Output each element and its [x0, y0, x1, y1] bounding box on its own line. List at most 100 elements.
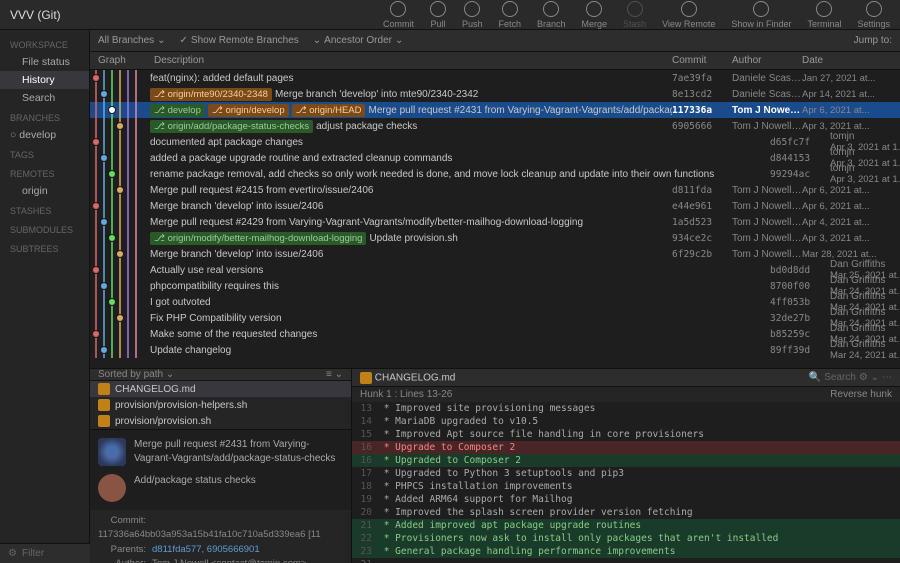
commit-hash: 934ce2c	[672, 233, 732, 244]
more-icon[interactable]: ⋯	[882, 372, 892, 383]
diff-search[interactable]: 🔍Search ⚙ ⌄ ⋯	[809, 372, 892, 383]
ref-tag[interactable]: ⎇ origin/modify/better-mailhog-download-…	[150, 232, 366, 245]
sidebar-item[interactable]: File status	[0, 53, 89, 71]
stash-button[interactable]: Stash	[623, 1, 646, 29]
graph-cell	[90, 262, 150, 278]
commit-row[interactable]: Update changelog 89ff39d Dan Griffiths M…	[90, 342, 900, 358]
col-date[interactable]: Date	[802, 55, 900, 66]
diff-line[interactable]: 13 * Improved site provisioning messages	[352, 402, 900, 415]
terminal-button[interactable]: Terminal	[807, 1, 841, 29]
commit-row[interactable]: ⎇ develop⎇ origin/develop⎇ origin/HEADMe…	[90, 102, 900, 118]
commit-row[interactable]: ⎇ origin/modify/better-mailhog-download-…	[90, 230, 900, 246]
push-button[interactable]: Push	[462, 1, 483, 29]
commit-row[interactable]: ⎇ origin/add/package-status-checksadjust…	[90, 118, 900, 134]
commit-author: Tom J Nowell <...	[732, 105, 802, 116]
commit-row[interactable]: rename package removal, add checks so on…	[90, 166, 900, 182]
commit-hash: 8700f00	[770, 281, 830, 292]
commit-row[interactable]: I got outvoted 4ff053b Dan Griffiths Mar…	[90, 294, 900, 310]
sidebar-section[interactable]: REMOTES	[0, 163, 89, 182]
sidebar-section[interactable]: TAGS	[0, 144, 89, 163]
commit-row[interactable]: Merge pull request #2429 from Varying-Va…	[90, 214, 900, 230]
col-description[interactable]: Description	[150, 55, 672, 66]
diff-body: 13 * Improved site provisioning messages…	[352, 402, 900, 563]
settings-icon[interactable]: ⚙ ⌄	[859, 372, 879, 383]
diff-line[interactable]: 22 * Provisioners now ask to install onl…	[352, 532, 900, 545]
chevron-down-icon: ⌄	[157, 35, 165, 46]
commit-description: feat(nginx): added default pages	[150, 73, 672, 84]
file-status-icon	[98, 383, 110, 395]
file-row[interactable]: provision/provision.sh	[90, 413, 351, 429]
settings-button[interactable]: Settings	[857, 1, 890, 29]
sidebar-section[interactable]: SUBMODULES	[0, 219, 89, 238]
commit-row[interactable]: phpcompatibility requires this 8700f00 D…	[90, 278, 900, 294]
finder-button[interactable]: Show in Finder	[731, 1, 791, 29]
commit-description: Merge pull request #2429 from Varying-Va…	[150, 217, 672, 228]
commit-row[interactable]: added a package upgrade routine and extr…	[90, 150, 900, 166]
options-icon[interactable]: ≡ ⌄	[326, 369, 343, 380]
col-author[interactable]: Author	[732, 55, 802, 66]
reverse-hunk[interactable]: Reverse hunk	[830, 389, 892, 400]
diff-line[interactable]: 19 * Added ARM64 support for Mailhog	[352, 493, 900, 506]
commit-author: Dan Griffiths Mar 24, 2021 at...	[830, 339, 900, 361]
commit-hash: 1a5d523	[672, 217, 732, 228]
diff-line[interactable]: 17 * Upgraded to Python 3 setuptools and…	[352, 467, 900, 480]
sidebar-item[interactable]: History	[0, 71, 89, 89]
diff-line[interactable]: 16 * Upgrade to Composer 2	[352, 441, 900, 454]
sidebar-section[interactable]: STASHES	[0, 200, 89, 219]
pull-button[interactable]: Pull	[430, 1, 446, 29]
column-headers: Graph Description Commit Author Date	[90, 52, 900, 70]
sort-bar[interactable]: Sorted by path ⌄ ≡ ⌄	[90, 369, 351, 381]
sidebar-item[interactable]: Search	[0, 89, 89, 107]
sidebar-section[interactable]: BRANCHES	[0, 107, 89, 126]
push-icon	[464, 1, 480, 17]
diff-line[interactable]: 20 * Improved the splash screen provider…	[352, 506, 900, 519]
diff-line[interactable]: 21	[352, 558, 900, 563]
diff-line[interactable]: 23 * General package handling performanc…	[352, 545, 900, 558]
branch-button[interactable]: Branch	[537, 1, 566, 29]
diff-line[interactable]: 21 * Added improved apt package upgrade …	[352, 519, 900, 532]
commit-description: rename package removal, add checks so on…	[150, 169, 770, 180]
diff-line[interactable]: 15 * Improved Apt source file handling i…	[352, 428, 900, 441]
order-filter[interactable]: ⌄ Ancestor Order ⌄	[313, 35, 404, 46]
ref-tag[interactable]: ⎇ origin/HEAD	[292, 104, 366, 117]
commit-button[interactable]: Commit	[383, 1, 414, 29]
filter-input[interactable]: ⚙ Filter	[0, 543, 90, 563]
sidebar-section[interactable]: SUBTREES	[0, 238, 89, 257]
diff-line[interactable]: 18 * PHPCS installation improvements	[352, 480, 900, 493]
fetch-button[interactable]: Fetch	[498, 1, 521, 29]
col-commit[interactable]: Commit	[672, 55, 732, 66]
diff-line[interactable]: 14 * MariaDB upgraded to v10.5	[352, 415, 900, 428]
sidebar-section[interactable]: WORKSPACE	[0, 34, 89, 53]
commit-date: Apr 6, 2021 at...	[802, 105, 900, 116]
commit-row[interactable]: feat(nginx): added default pages 7ae39fa…	[90, 70, 900, 86]
commit-description: Actually use real versions	[150, 265, 770, 276]
sidebar-item[interactable]: develop	[0, 126, 89, 144]
terminal-icon	[816, 1, 832, 17]
file-row[interactable]: CHANGELOG.md	[90, 381, 351, 397]
parent-link[interactable]: 6905666901	[207, 544, 260, 555]
commit-row[interactable]: Merge branch 'develop' into issue/2406 e…	[90, 198, 900, 214]
commit-row[interactable]: ⎇ origin/mte90/2340-2348Merge branch 'de…	[90, 86, 900, 102]
commit-row[interactable]: Make some of the requested changes b8525…	[90, 326, 900, 342]
diff-line[interactable]: 16 * Upgraded to Composer 2	[352, 454, 900, 467]
commit-row[interactable]: documented apt package changes d65fc7f t…	[90, 134, 900, 150]
commit-row[interactable]: Fix PHP Compatibility version 32de27b Da…	[90, 310, 900, 326]
branch-filter[interactable]: All Branches ⌄	[98, 35, 166, 46]
commit-row[interactable]: Actually use real versions bd0d8dd Dan G…	[90, 262, 900, 278]
col-graph[interactable]: Graph	[90, 55, 150, 66]
file-status-icon	[98, 399, 110, 411]
commit-row[interactable]: Merge branch 'develop' into issue/2406 6…	[90, 246, 900, 262]
jump-to[interactable]: Jump to:	[854, 35, 892, 46]
remote-button[interactable]: View Remote	[662, 1, 715, 29]
merge-button[interactable]: Merge	[582, 1, 608, 29]
ref-tag[interactable]: ⎇ origin/develop	[208, 104, 289, 117]
graph-cell	[90, 86, 150, 102]
commit-row[interactable]: Merge pull request #2415 from evertiro/i…	[90, 182, 900, 198]
file-row[interactable]: provision/provision-helpers.sh	[90, 397, 351, 413]
sidebar-item[interactable]: origin	[0, 182, 89, 200]
ref-tag[interactable]: ⎇ origin/mte90/2340-2348	[150, 88, 272, 101]
remote-filter[interactable]: ✓ Show Remote Branches	[180, 35, 299, 46]
ref-tag[interactable]: ⎇ origin/add/package-status-checks	[150, 120, 313, 133]
parent-link[interactable]: d811fda577	[152, 544, 202, 555]
ref-tag[interactable]: ⎇ develop	[150, 104, 205, 117]
